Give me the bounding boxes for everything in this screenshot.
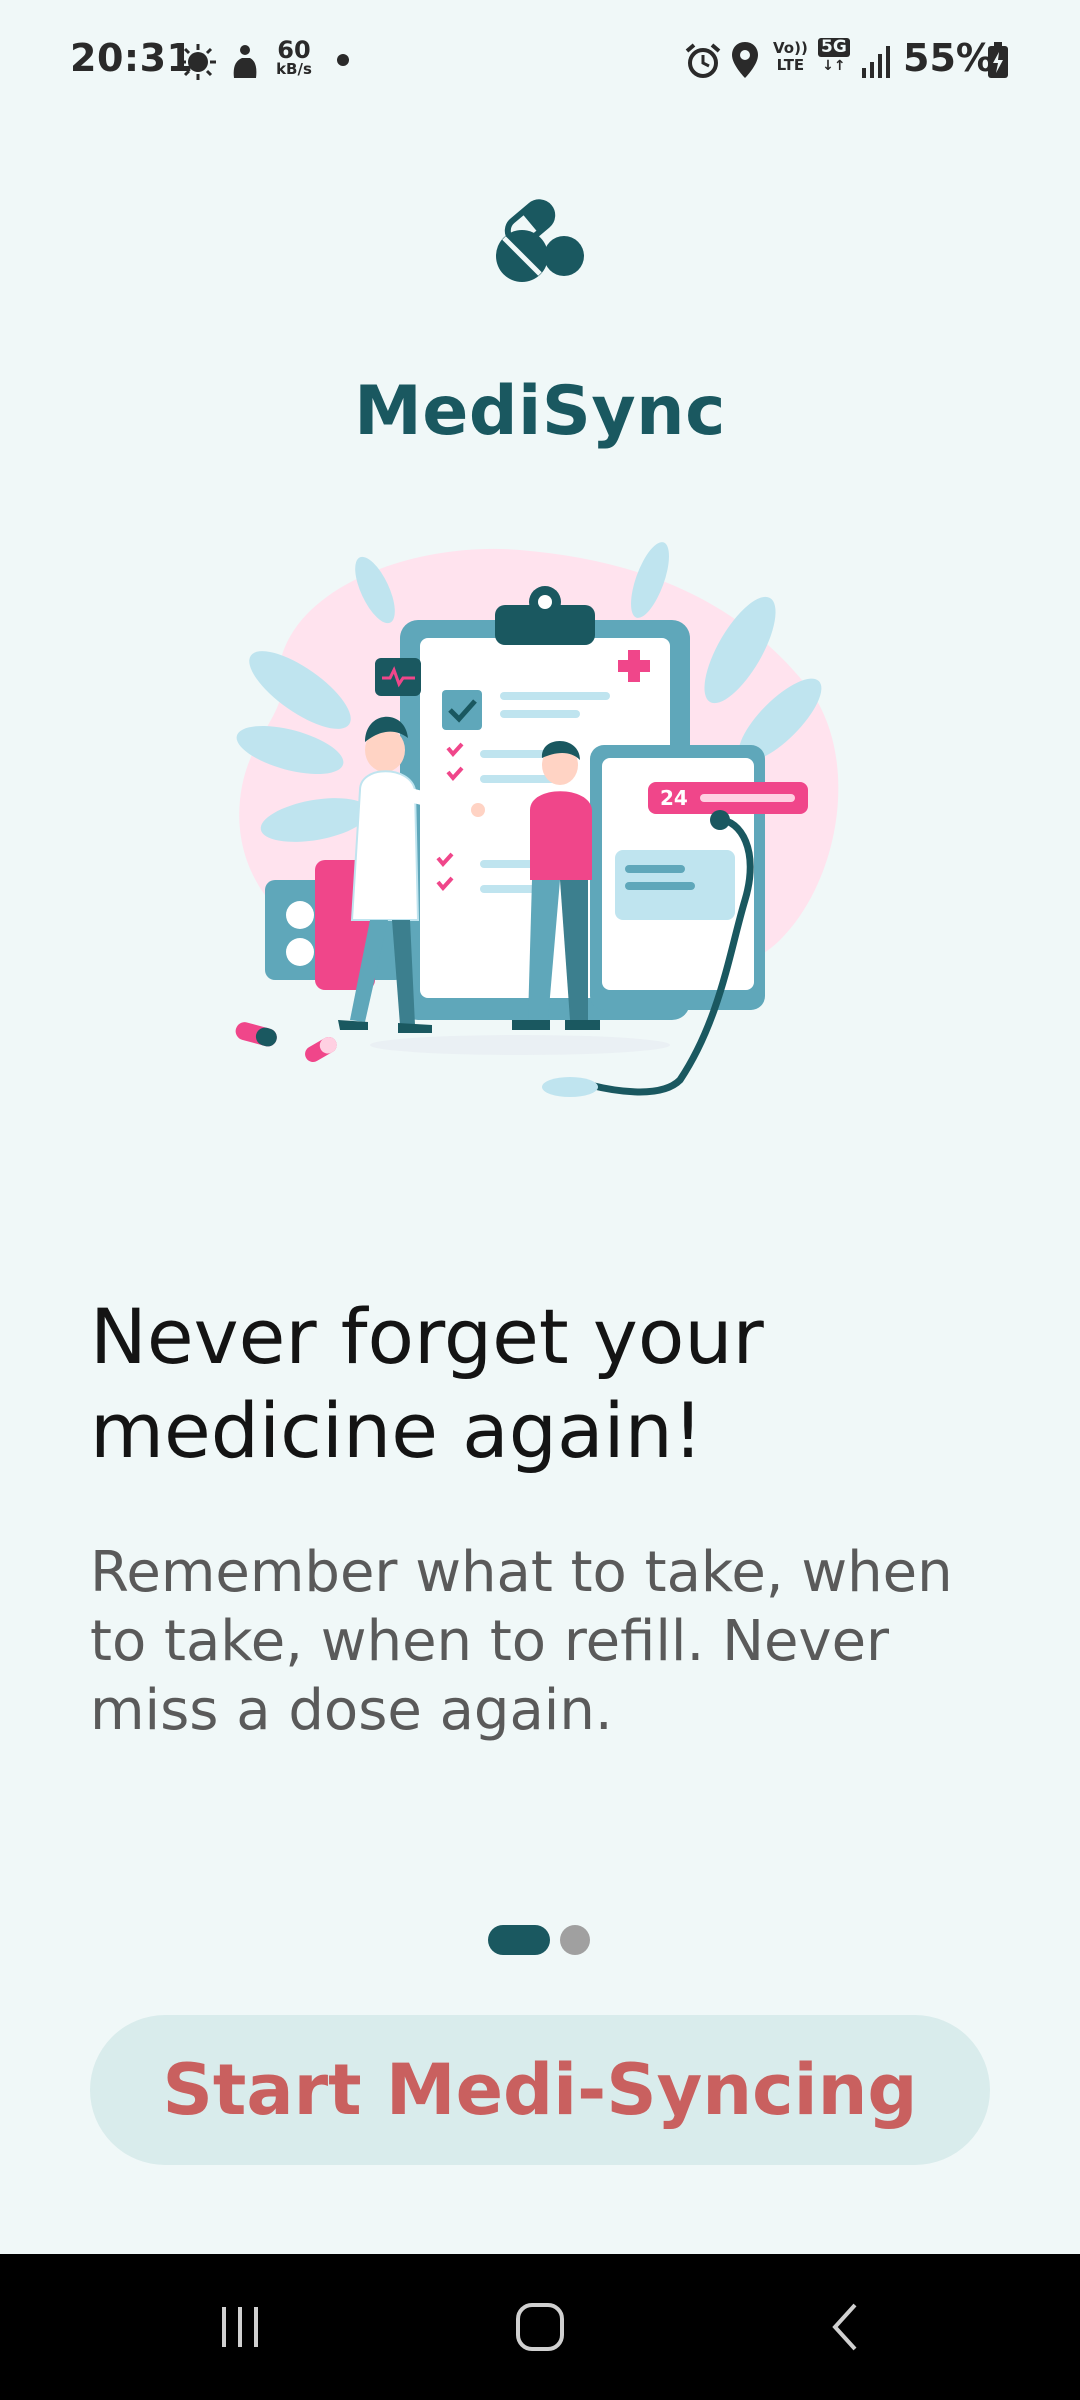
home-icon (516, 2303, 564, 2351)
system-navigation-bar (0, 2254, 1080, 2400)
illustration-badge: 24 (660, 786, 688, 810)
battery-percent: 55% (903, 36, 994, 80)
back-button[interactable] (745, 2254, 945, 2400)
start-medisyncing-button[interactable]: Start Medi-Syncing (90, 2015, 990, 2165)
onboarding-subtext: Remember what to take, when to take, whe… (90, 1540, 953, 1743)
pills-icon (496, 199, 584, 282)
onboarding-screen: 20:31 60 kB/s Vo)) LTE 5G ↓↑ 55% MediSyn… (0, 0, 1080, 2400)
net-speed: 60 kB/s (276, 36, 312, 78)
alarm-icon (685, 43, 721, 78)
page-indicator-dot-active[interactable] (488, 1925, 550, 1955)
signal-icon (862, 46, 890, 78)
status-bar: 20:31 60 kB/s Vo)) LTE 5G ↓↑ 55% (0, 0, 1080, 120)
recents-icon (222, 2307, 258, 2347)
doctor-patient-illustration: 24 (235, 542, 839, 1097)
recents-button[interactable] (140, 2254, 340, 2400)
battery-icon (988, 42, 1008, 78)
home-button[interactable] (440, 2254, 640, 2400)
notification-dot (337, 54, 349, 66)
volte-indicator: Vo)) LTE (773, 39, 808, 74)
notification-icon (233, 45, 257, 78)
weather-icon (180, 44, 216, 80)
page-indicator-dot[interactable] (560, 1925, 590, 1955)
back-icon (832, 2303, 857, 2351)
status-time: 20:31 (70, 36, 194, 80)
onboarding-headline: Never forget your medicine again! (90, 1292, 764, 1475)
location-icon (732, 42, 758, 78)
network-type-indicator: 5G ↓↑ (818, 38, 850, 74)
app-title: MediSync (354, 371, 726, 451)
